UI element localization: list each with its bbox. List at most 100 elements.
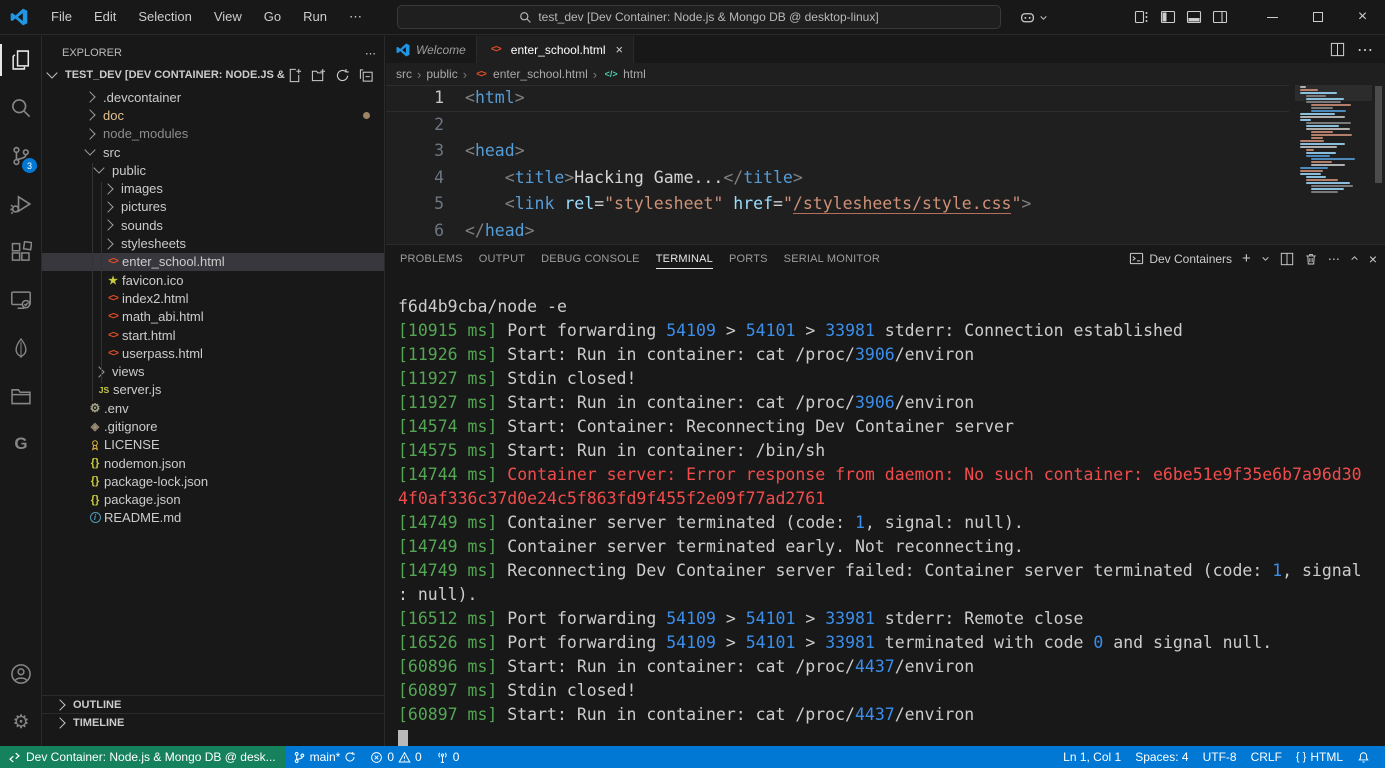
panel-tab-serial-monitor[interactable]: SERIAL MONITOR: [784, 247, 880, 271]
breadcrumb-src[interactable]: src: [396, 67, 412, 81]
tree-item-pictures[interactable]: pictures: [42, 198, 384, 216]
panel-more-actions-icon[interactable]: ⋯: [1328, 252, 1340, 266]
tree-item-public[interactable]: public: [42, 161, 384, 179]
toggle-panel-icon[interactable]: [1186, 9, 1202, 25]
editor-more-actions-icon[interactable]: ⋯: [1357, 40, 1373, 60]
new-terminal-icon[interactable]: +: [1242, 250, 1251, 267]
tab-enter-school[interactable]: <> enter_school.html ×: [477, 36, 634, 63]
tree-item--devcontainer[interactable]: .devcontainer: [42, 88, 384, 106]
menu-item-selection[interactable]: Selection: [129, 6, 200, 28]
menu-item-go[interactable]: Go: [255, 6, 290, 28]
terminal-profile[interactable]: Dev Containers: [1129, 251, 1232, 266]
encoding[interactable]: UTF-8: [1196, 750, 1244, 764]
tree-item-license[interactable]: LICENSE: [42, 436, 384, 454]
kill-terminal-trash-icon[interactable]: [1304, 252, 1318, 266]
code-editor[interactable]: 123456 <html><head> <title>Hacking Game.…: [386, 85, 1385, 244]
tree-item-label: package.json: [104, 492, 181, 507]
toggle-sidebar-icon[interactable]: [1160, 9, 1176, 25]
minimap-line: [1306, 182, 1350, 184]
copilot-button[interactable]: [1019, 9, 1048, 26]
panel-tab-terminal[interactable]: TERMINAL: [656, 247, 713, 271]
editor-scrollbar[interactable]: [1375, 86, 1382, 183]
breadcrumb-html[interactable]: </>html: [602, 67, 646, 81]
tree-item-index2-html[interactable]: <>index2.html: [42, 289, 384, 307]
command-center-search[interactable]: test_dev [Dev Container: Node.js & Mongo…: [397, 5, 1001, 29]
window-minimize-button[interactable]: [1250, 0, 1295, 34]
tab-close-icon[interactable]: ×: [616, 42, 624, 57]
ports-item[interactable]: 0: [429, 750, 467, 764]
split-terminal-icon[interactable]: [1280, 252, 1294, 266]
terminal-output[interactable]: f6d4b9cba/node -e[10915 ms] Port forward…: [386, 272, 1385, 746]
cursor-position[interactable]: Ln 1, Col 1: [1056, 750, 1128, 764]
tree-item-readme-md[interactable]: iREADME.md: [42, 509, 384, 527]
source-control-icon[interactable]: 3: [0, 132, 42, 180]
tree-item-stylesheets[interactable]: stylesheets: [42, 234, 384, 252]
git-branch-item[interactable]: main*: [286, 750, 364, 764]
breadcrumb-enter-school-html[interactable]: <>enter_school.html: [472, 67, 588, 81]
remote-explorer-icon[interactable]: [0, 276, 42, 324]
outline-section[interactable]: OUTLINE: [42, 695, 384, 713]
window-close-button[interactable]: ×: [1340, 0, 1385, 34]
gitlens-icon[interactable]: G: [0, 420, 42, 468]
menu-item-view[interactable]: View: [205, 6, 251, 28]
tree-item-doc[interactable]: doc: [42, 106, 384, 124]
workspace-section-header[interactable]: TEST_DEV [DEV CONTAINER: NODE.JS & MONGO…: [42, 64, 384, 86]
customize-layout-icon[interactable]: [1134, 9, 1150, 25]
tree-item-package-json[interactable]: {}package.json: [42, 491, 384, 509]
explorer-icon[interactable]: [0, 36, 42, 84]
tree-item-server-js[interactable]: JSserver.js: [42, 381, 384, 399]
panel-tab-debug-console[interactable]: DEBUG CONSOLE: [541, 247, 640, 271]
language-mode[interactable]: { } HTML: [1289, 750, 1350, 764]
collapse-all-icon[interactable]: [359, 68, 374, 83]
tree-item-images[interactable]: images: [42, 179, 384, 197]
containers-icon[interactable]: [0, 372, 42, 420]
terminal-dropdown-icon[interactable]: [1261, 254, 1270, 263]
account-icon[interactable]: [0, 650, 42, 698]
menu-item-run[interactable]: Run: [294, 6, 336, 28]
panel-tab-problems[interactable]: PROBLEMS: [400, 247, 463, 271]
tree-item-userpass-html[interactable]: <>userpass.html: [42, 344, 384, 362]
new-file-icon[interactable]: [287, 68, 302, 83]
menu-item-file[interactable]: File: [42, 6, 81, 28]
eol-sequence[interactable]: CRLF: [1244, 750, 1289, 764]
tree-item-views[interactable]: views: [42, 362, 384, 380]
notifications-bell-icon[interactable]: [1350, 751, 1377, 764]
tree-item-favicon-ico[interactable]: ★favicon.ico: [42, 271, 384, 289]
window-maximize-button[interactable]: [1295, 0, 1340, 34]
tab-welcome[interactable]: Welcome: [386, 36, 477, 63]
minimap[interactable]: [1295, 86, 1372, 198]
settings-gear-icon[interactable]: ⚙: [0, 698, 42, 746]
close-panel-icon[interactable]: ×: [1369, 251, 1377, 267]
problems-item[interactable]: 0 0: [363, 750, 428, 764]
indentation[interactable]: Spaces: 4: [1128, 750, 1195, 764]
tree-item-enter-school-html[interactable]: <>enter_school.html: [42, 253, 384, 271]
run-debug-icon[interactable]: [0, 180, 42, 228]
tree-item-sounds[interactable]: sounds: [42, 216, 384, 234]
tree-item-src[interactable]: src: [42, 143, 384, 161]
tree-item-nodemon-json[interactable]: {}nodemon.json: [42, 454, 384, 472]
refresh-icon[interactable]: [335, 68, 350, 83]
tree-item--env[interactable]: ⚙.env: [42, 399, 384, 417]
panel-tab-ports[interactable]: PORTS: [729, 247, 768, 271]
search-icon[interactable]: [0, 84, 42, 132]
chevron-right-icon: [84, 110, 95, 121]
panel-tab-output[interactable]: OUTPUT: [479, 247, 525, 271]
tree-item-package-lock-json[interactable]: {}package-lock.json: [42, 472, 384, 490]
explorer-more-actions-icon[interactable]: ⋯: [365, 47, 376, 60]
tree-item-math-abi-html[interactable]: <>math_abi.html: [42, 308, 384, 326]
extensions-icon[interactable]: [0, 228, 42, 276]
menu-item-edit[interactable]: Edit: [85, 6, 125, 28]
bottom-panel: PROBLEMS OUTPUT DEBUG CONSOLE TERMINAL PORTS…: [386, 244, 1385, 746]
tree-item-start-html[interactable]: <>start.html: [42, 326, 384, 344]
tree-item-node-modules[interactable]: node_modules: [42, 125, 384, 143]
menu-item-[interactable]: ⋯: [340, 6, 371, 28]
remote-indicator[interactable]: Dev Container: Node.js & Mongo DB @ desk…: [0, 746, 286, 768]
toggle-secondary-sidebar-icon[interactable]: [1212, 9, 1228, 25]
mongodb-icon[interactable]: [0, 324, 42, 372]
split-editor-icon[interactable]: [1330, 42, 1345, 57]
timeline-section[interactable]: TIMELINE: [42, 713, 384, 731]
new-folder-icon[interactable]: [311, 68, 326, 83]
maximize-panel-icon[interactable]: [1350, 254, 1359, 263]
breadcrumb-public[interactable]: public: [426, 67, 457, 81]
tree-item--gitignore[interactable]: ◈.gitignore: [42, 417, 384, 435]
